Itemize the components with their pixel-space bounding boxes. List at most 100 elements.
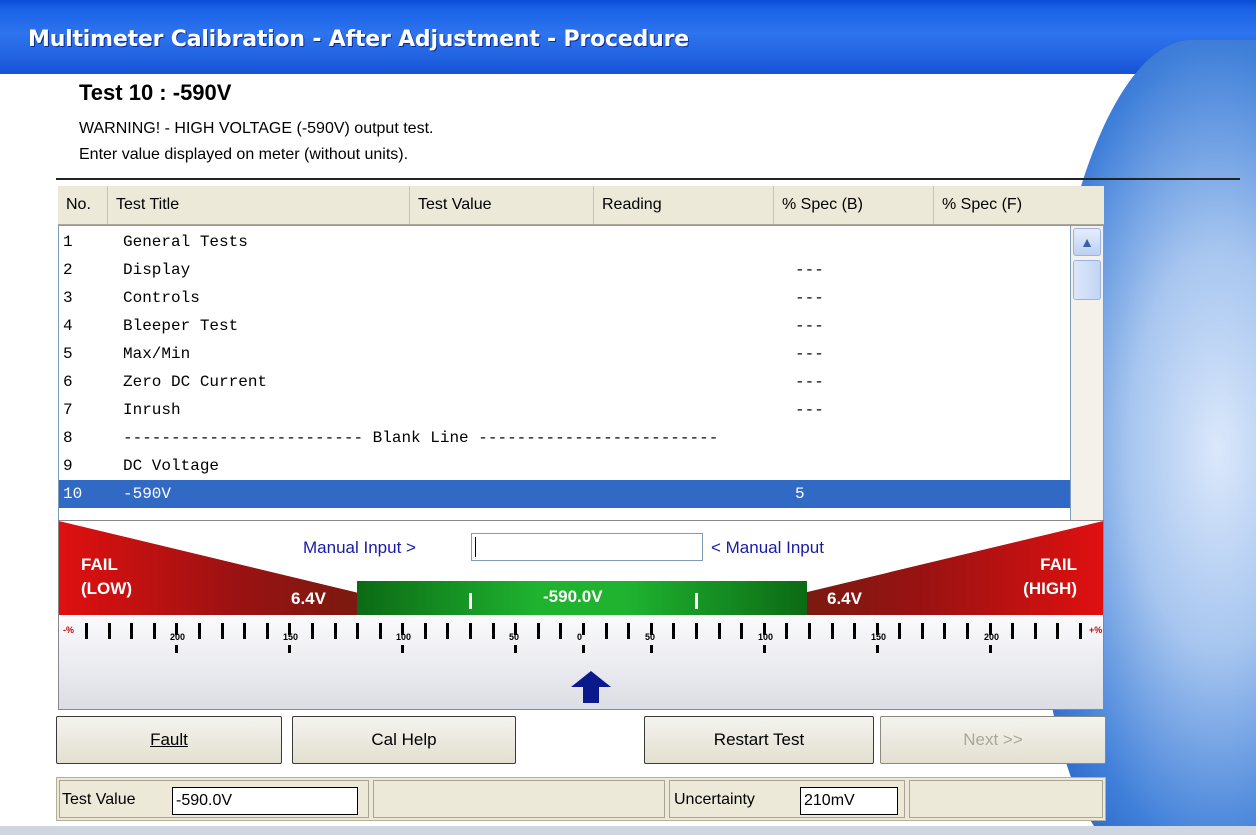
table-row[interactable]: 5 Max/Min --- bbox=[59, 340, 1071, 368]
row-title: Bleeper Test bbox=[123, 317, 239, 335]
scale-label: 150 bbox=[871, 632, 887, 642]
scale-tick bbox=[831, 623, 834, 639]
warning-text: WARNING! - HIGH VOLTAGE (-590V) output t… bbox=[79, 120, 434, 137]
status-panel-right bbox=[909, 780, 1103, 818]
fail-low-label-1: FAIL bbox=[81, 555, 118, 574]
scale-tick bbox=[537, 623, 540, 639]
fail-low-label-2: (LOW) bbox=[81, 579, 132, 598]
scale-tick bbox=[266, 623, 269, 639]
row-spec-b: 5 bbox=[795, 485, 805, 503]
test-value-field: -590.0V bbox=[172, 787, 358, 815]
instruction-text: Enter value displayed on meter (without … bbox=[79, 146, 409, 163]
row-number: 1 bbox=[63, 233, 73, 251]
row-number: 5 bbox=[63, 345, 73, 363]
row-spec-b: --- bbox=[795, 289, 824, 307]
scale-tick bbox=[356, 623, 359, 639]
status-panel-empty bbox=[373, 780, 665, 818]
table-row[interactable]: 2 Display --- bbox=[59, 256, 1071, 284]
cal-help-button[interactable]: Cal Help bbox=[292, 716, 516, 764]
column-header-test-value[interactable]: Test Value bbox=[410, 186, 594, 224]
row-spec-b: --- bbox=[795, 317, 824, 335]
scale-tick bbox=[1034, 623, 1037, 639]
row-title: -590V bbox=[123, 485, 172, 503]
uncertainty-panel: Uncertainty 210mV bbox=[669, 780, 905, 818]
scale-tick bbox=[108, 623, 111, 639]
table-row[interactable]: 10 -590V 5 bbox=[59, 480, 1071, 508]
scale-tick bbox=[740, 623, 743, 639]
row-title: DC Voltage bbox=[123, 457, 220, 475]
row-title: Controls bbox=[123, 289, 200, 307]
scale-tick bbox=[130, 623, 133, 639]
row-title: Zero DC Current bbox=[123, 373, 268, 391]
next-button[interactable]: Next >> bbox=[880, 716, 1106, 764]
table-row[interactable]: 4 Bleeper Test --- bbox=[59, 312, 1071, 340]
reading-pointer-icon bbox=[571, 671, 611, 703]
scale-tick bbox=[469, 623, 472, 639]
column-header-test-title[interactable]: Test Title bbox=[108, 186, 410, 224]
column-header-no[interactable]: No. bbox=[58, 186, 108, 224]
row-number: 2 bbox=[63, 261, 73, 279]
fault-button[interactable]: Fault bbox=[56, 716, 282, 764]
window-title: Multimeter Calibration - After Adjustmen… bbox=[28, 27, 689, 52]
column-header-reading[interactable]: Reading bbox=[594, 186, 774, 224]
scroll-thumb[interactable] bbox=[1073, 260, 1101, 300]
row-number: 6 bbox=[63, 373, 73, 391]
column-header-spec-b[interactable]: % Spec (B) bbox=[774, 186, 934, 224]
scale-tick bbox=[650, 645, 653, 653]
scale-tick bbox=[921, 623, 924, 639]
manual-input-label-right: < Manual Input bbox=[711, 538, 824, 557]
divider bbox=[56, 178, 1240, 180]
scale-tick bbox=[898, 623, 901, 639]
scale-tick bbox=[492, 623, 495, 639]
row-title: General Tests bbox=[123, 233, 248, 251]
manual-input-label-left: Manual Input > bbox=[303, 538, 416, 557]
scale-label: 100 bbox=[396, 632, 412, 642]
scale-tick bbox=[85, 623, 88, 639]
test-value-panel: Test Value -590.0V bbox=[59, 780, 369, 818]
pass-tick bbox=[469, 593, 472, 609]
calibration-window: Multimeter Calibration - After Adjustmen… bbox=[0, 0, 1256, 835]
row-number: 10 bbox=[63, 485, 83, 503]
manual-input-field[interactable] bbox=[471, 533, 703, 561]
scale-tick bbox=[311, 623, 314, 639]
row-spec-b: --- bbox=[795, 345, 824, 363]
fail-high-label-2: (HIGH) bbox=[1023, 579, 1077, 598]
scale-label: 50 bbox=[509, 632, 520, 642]
title-bar: Multimeter Calibration - After Adjustmen… bbox=[0, 0, 1256, 74]
scale-tick bbox=[695, 623, 698, 639]
scale-tick bbox=[1079, 623, 1082, 639]
scale-left-end: -% bbox=[63, 625, 74, 635]
scroll-up-icon[interactable]: ▲ bbox=[1073, 228, 1101, 256]
row-number: 4 bbox=[63, 317, 73, 335]
content-area: Test 10 : -590V WARNING! - HIGH VOLTAGE … bbox=[0, 74, 1240, 835]
scale-right-end: +% bbox=[1089, 625, 1103, 635]
row-title: Display bbox=[123, 261, 191, 279]
tolerance-gauge: FAIL (LOW) FAIL (HIGH) 6.4V 6.4V -590.0V… bbox=[58, 520, 1104, 710]
table-row[interactable]: 9 DC Voltage bbox=[59, 452, 1071, 480]
scale-tick bbox=[379, 623, 382, 639]
pass-tick bbox=[695, 593, 698, 609]
grid-header: No. Test Title Test Value Reading % Spec… bbox=[58, 186, 1104, 225]
scale-tick bbox=[605, 623, 608, 639]
scale-tick bbox=[876, 645, 879, 653]
table-row[interactable]: 7 Inrush --- bbox=[59, 396, 1071, 424]
scale-tick bbox=[334, 623, 337, 639]
scale-tick bbox=[943, 623, 946, 639]
scale-tick bbox=[718, 623, 721, 639]
restart-test-button[interactable]: Restart Test bbox=[644, 716, 874, 764]
scale-label: 0 bbox=[577, 632, 583, 642]
table-row[interactable]: 8 ------------------------- Blank Line --… bbox=[59, 424, 1071, 452]
table-row[interactable]: 1 General Tests bbox=[59, 228, 1071, 256]
scale-label: 200 bbox=[170, 632, 186, 642]
column-header-spec-f[interactable]: % Spec (F) bbox=[934, 186, 1104, 224]
text-caret bbox=[475, 537, 476, 557]
row-title: Inrush bbox=[123, 401, 181, 419]
row-spec-b: --- bbox=[795, 261, 824, 279]
scale-tick bbox=[763, 645, 766, 653]
table-row[interactable]: 3 Controls --- bbox=[59, 284, 1071, 312]
table-row[interactable]: 6 Zero DC Current --- bbox=[59, 368, 1071, 396]
scale-tick bbox=[198, 623, 201, 639]
row-spec-b: --- bbox=[795, 373, 824, 391]
row-number: 7 bbox=[63, 401, 73, 419]
fail-high-label-1: FAIL bbox=[1040, 555, 1077, 574]
